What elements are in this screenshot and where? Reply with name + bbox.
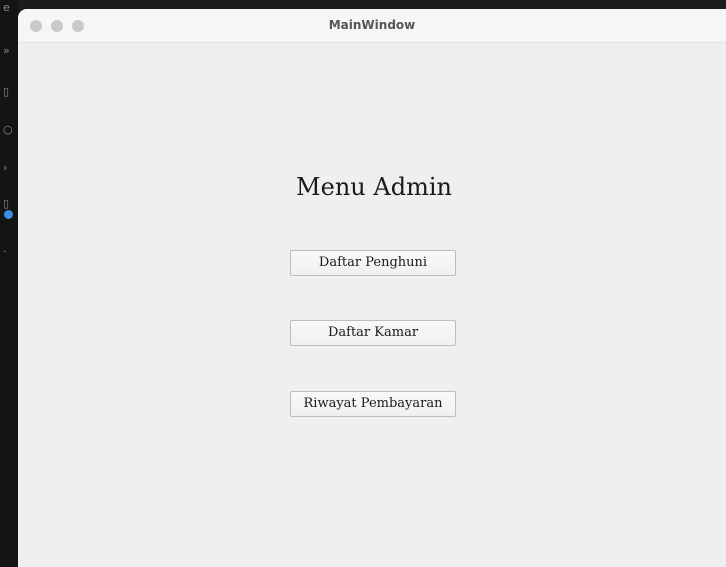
background-app-edge: e » ▯ ○ › ▯ · xyxy=(0,0,18,567)
background-app-glyph: ▯ xyxy=(3,85,10,98)
background-app-glyph: ○ xyxy=(3,123,13,136)
background-app-glyph: › xyxy=(3,161,8,174)
window-content: Menu Admin Daftar Penghuni Daftar Kamar … xyxy=(18,43,726,567)
riwayat-pembayaran-button[interactable]: Riwayat Pembayaran xyxy=(290,391,456,417)
background-app-glyph: e xyxy=(3,1,10,14)
background-app-glyph: ▯ xyxy=(3,197,10,210)
daftar-penghuni-button[interactable]: Daftar Penghuni xyxy=(290,250,456,276)
window-title: MainWindow xyxy=(328,18,416,32)
notification-badge-icon xyxy=(4,210,13,219)
main-window: MainWindow Menu Admin Daftar Penghuni Da… xyxy=(18,9,726,567)
background-app-glyph: · xyxy=(3,245,7,258)
title-bar[interactable]: MainWindow xyxy=(18,9,726,43)
background-app-glyph: » xyxy=(3,44,10,57)
daftar-kamar-button[interactable]: Daftar Kamar xyxy=(290,320,456,346)
page-title: Menu Admin xyxy=(296,173,452,201)
